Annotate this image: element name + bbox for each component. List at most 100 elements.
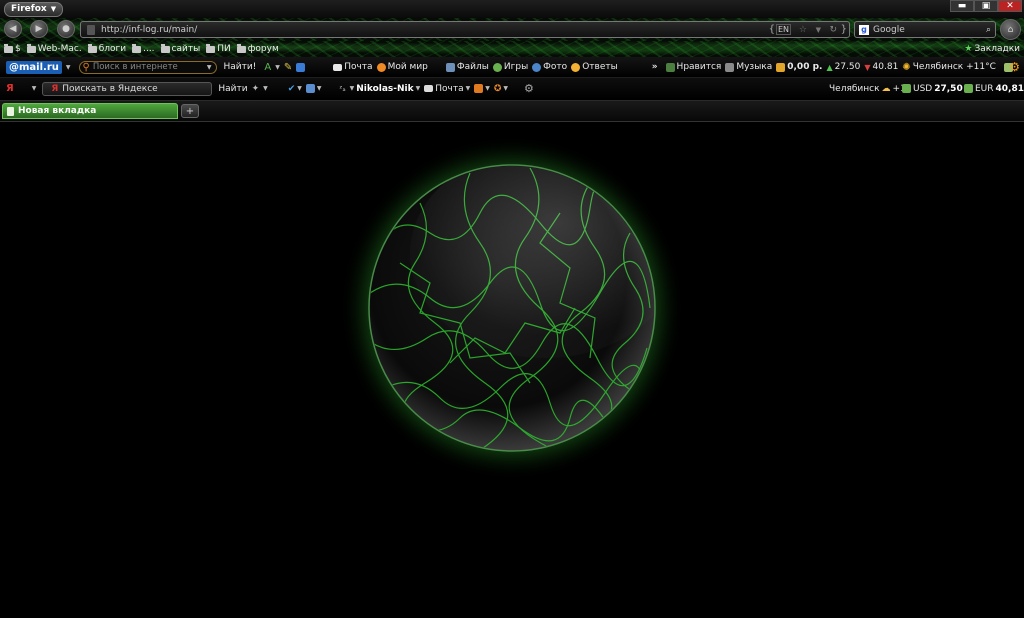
green-orb-image bbox=[340, 136, 684, 480]
url-bar[interactable]: http://inf-log.ru/main/ { EN ☆ ▼ ↻ } bbox=[80, 21, 850, 38]
mail-link[interactable]: Почта bbox=[333, 62, 373, 72]
language-badge[interactable]: EN bbox=[775, 24, 791, 35]
checkmark-icon[interactable]: ✔ bbox=[288, 84, 296, 94]
forward-button[interactable]: ▶ bbox=[30, 20, 48, 38]
back-arrow-icon: ◀ bbox=[9, 24, 17, 34]
yandex-eur-rate[interactable]: EUR 40,81 ▼ bbox=[964, 84, 1024, 94]
yandex-logo[interactable]: Я bbox=[6, 83, 14, 94]
tab-new-tab[interactable]: Новая вкладка bbox=[2, 103, 178, 119]
arrow-down-icon: ▼ bbox=[864, 62, 871, 72]
star-icon[interactable]: ☆ bbox=[799, 25, 807, 35]
chevron-down-icon[interactable]: ▼ bbox=[275, 64, 280, 71]
bookmark-item[interactable]: форум bbox=[236, 43, 279, 54]
folder-icon bbox=[26, 43, 36, 53]
search-icon[interactable]: ⌕ bbox=[986, 25, 991, 35]
eur-rate[interactable]: ▼ 40.81 bbox=[864, 62, 898, 72]
bookmark-item[interactable]: ПИ bbox=[206, 43, 231, 54]
bag-icon[interactable] bbox=[474, 84, 484, 93]
sort-icon[interactable]: ᶻₐ bbox=[340, 84, 346, 93]
home-circle-button[interactable]: ● bbox=[57, 20, 75, 38]
yandex-find-button[interactable]: Найти bbox=[218, 84, 247, 94]
speech-bubble-icon[interactable]: ✦ bbox=[252, 84, 260, 94]
folder-icon bbox=[206, 43, 216, 53]
zoom-icon[interactable] bbox=[296, 62, 306, 72]
chevron-down-icon: ▼ bbox=[50, 5, 57, 13]
bookmark-item[interactable]: блоги bbox=[87, 43, 126, 54]
google-icon: g bbox=[859, 24, 869, 35]
my-world-link[interactable]: Мой мир bbox=[376, 62, 428, 72]
photo-link[interactable]: Фото bbox=[532, 62, 567, 72]
yandex-search-label: Поискать в Яндексе bbox=[62, 83, 158, 94]
chevron-down-icon: ▼ bbox=[465, 85, 471, 92]
chevron-down-icon[interactable]: ▼ bbox=[263, 85, 268, 92]
bookmark-item[interactable]: Web-Mac. bbox=[26, 43, 82, 54]
star-icon: ★ bbox=[964, 44, 973, 54]
yandex-mail-button[interactable]: Почта ▼ bbox=[424, 84, 470, 94]
chevron-down-icon[interactable]: ▼ bbox=[317, 85, 322, 92]
music-button[interactable]: Музыка bbox=[725, 62, 772, 72]
search-box[interactable]: g Google ⌕ bbox=[854, 21, 996, 38]
gear-icon[interactable]: ⚙ bbox=[1009, 60, 1020, 74]
thumbs-up-icon bbox=[665, 62, 675, 72]
weather-widget[interactable]: ✺ Челябинск +11°С bbox=[902, 62, 996, 73]
mailru-logo[interactable]: @mail.ru bbox=[6, 60, 62, 74]
folder-icon bbox=[236, 43, 246, 53]
answers-link[interactable]: Ответы bbox=[571, 62, 618, 72]
wallet-icon bbox=[776, 62, 786, 72]
mailru-toolbar: @mail.ru ▼ ⚲ Поиск в интернете ▼ Найти! … bbox=[0, 57, 1024, 77]
chevron-down-icon[interactable]: ▼ bbox=[485, 85, 490, 92]
firefox-menu-button[interactable]: Firefox ▼ bbox=[4, 1, 64, 17]
chevron-down-icon: ▼ bbox=[415, 85, 421, 92]
chevron-down-icon[interactable]: ▼ bbox=[66, 64, 71, 71]
url-text: http://inf-log.ru/main/ bbox=[101, 24, 198, 35]
mailru-find-button[interactable]: Найти! bbox=[224, 62, 257, 72]
highlight-icon[interactable]: ✎ bbox=[284, 62, 292, 73]
bookmark-item[interactable]: .... bbox=[132, 43, 155, 54]
maximize-button[interactable]: ▣ bbox=[974, 0, 998, 12]
dropdown-arrow-icon[interactable]: ▼ bbox=[816, 26, 821, 34]
new-tab-button[interactable]: + bbox=[181, 104, 199, 118]
cloud-icon: ☁ bbox=[881, 83, 891, 94]
home-button[interactable]: ⌂ bbox=[1000, 19, 1021, 40]
star-icon[interactable]: ✪ bbox=[494, 84, 502, 94]
font-icon[interactable]: A bbox=[264, 62, 271, 73]
yandex-search-input[interactable]: Я Поискать в Яндексе bbox=[42, 81, 213, 96]
reload-icon[interactable]: ↻ bbox=[829, 25, 837, 35]
like-button[interactable]: Нравится bbox=[665, 62, 721, 72]
folder-icon bbox=[4, 43, 13, 53]
people-icon bbox=[376, 62, 386, 72]
files-link[interactable]: Файлы bbox=[445, 62, 489, 72]
chevron-down-icon[interactable]: ▼ bbox=[297, 85, 302, 92]
gear-icon[interactable]: ⚙ bbox=[524, 82, 534, 95]
usd-rate[interactable]: ▲ 27.50 bbox=[826, 62, 860, 72]
chevron-down-icon[interactable]: ▼ bbox=[207, 64, 212, 71]
back-button[interactable]: ◀ bbox=[4, 20, 22, 38]
more-button[interactable]: » bbox=[652, 62, 658, 72]
folder-icon bbox=[87, 43, 97, 53]
chart-icon bbox=[902, 84, 911, 93]
close-button[interactable]: ✕ bbox=[998, 0, 1022, 12]
chevron-down-icon: ▼ bbox=[349, 85, 355, 92]
arrow-up-icon: ▲ bbox=[826, 62, 833, 72]
bookmarks-menu-button[interactable]: ★ Закладки bbox=[964, 44, 1020, 54]
search-engine-name: Google bbox=[873, 24, 905, 35]
bookmark-item[interactable]: $ bbox=[4, 43, 21, 54]
bookmarks-toolbar: $ Web-Mac. блоги .... сайты ПИ форум ★ З… bbox=[0, 41, 1024, 57]
yandex-weather[interactable]: Челябинск ☁ +11 bbox=[829, 84, 912, 94]
balance-widget[interactable]: 0,00 р. bbox=[776, 62, 822, 72]
yandex-usd-rate[interactable]: USD 27,50 ▼ bbox=[902, 84, 969, 94]
minimize-button[interactable]: ▬ bbox=[950, 0, 974, 12]
yandex-toolbar: Я ▼ Я Поискать в Яндексе Найти ✦ ▼ ✔ ▼ ▼… bbox=[0, 77, 1024, 99]
translate-icon[interactable] bbox=[305, 84, 315, 93]
user-menu[interactable]: ▼ Nikolas-Nik ▼ bbox=[350, 84, 421, 94]
games-link[interactable]: Игры bbox=[492, 62, 528, 72]
page-icon bbox=[7, 106, 14, 116]
files-icon bbox=[445, 62, 455, 72]
chevron-down-icon[interactable]: ▼ bbox=[503, 85, 508, 92]
chevron-down-icon[interactable]: ▼ bbox=[32, 85, 37, 92]
bookmark-item[interactable]: сайты bbox=[160, 43, 200, 54]
firefox-menu-label: Firefox bbox=[11, 4, 47, 14]
camera-icon bbox=[532, 62, 542, 72]
mailru-search-input[interactable]: ⚲ Поиск в интернете ▼ bbox=[78, 60, 217, 74]
page-icon bbox=[87, 24, 95, 35]
